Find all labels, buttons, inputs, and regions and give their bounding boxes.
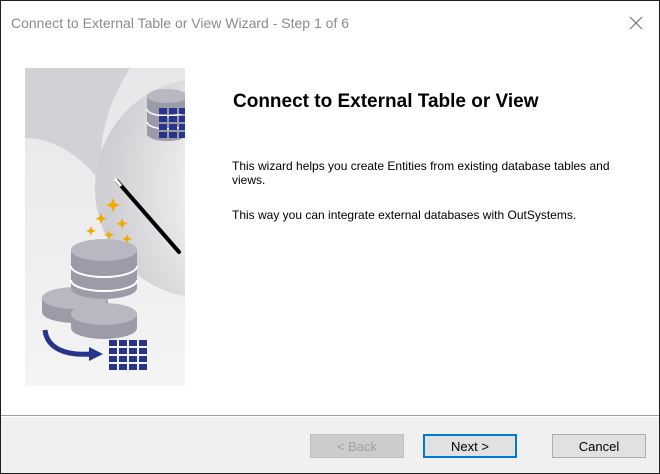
close-icon [629,16,643,30]
next-button[interactable]: Next > [423,434,517,458]
wizard-window: Connect to External Table or View Wizard… [0,0,660,474]
close-button[interactable] [613,1,659,45]
wizard-description: This wizard helps you create Entities fr… [232,159,610,187]
wizard-integration-note: This way you can integrate external data… [232,208,577,222]
window-title: Connect to External Table or View Wizard… [11,15,349,31]
wizard-heading: Connect to External Table or View [233,91,539,112]
back-button[interactable]: < Back [310,434,404,458]
cancel-button[interactable]: Cancel [552,434,646,458]
title-bar[interactable]: Connect to External Table or View Wizard… [1,1,659,45]
wizard-footer: < Back Next > Cancel [1,417,659,473]
wizard-content: Connect to External Table or View This w… [1,45,659,415]
wizard-illustration [25,68,185,386]
